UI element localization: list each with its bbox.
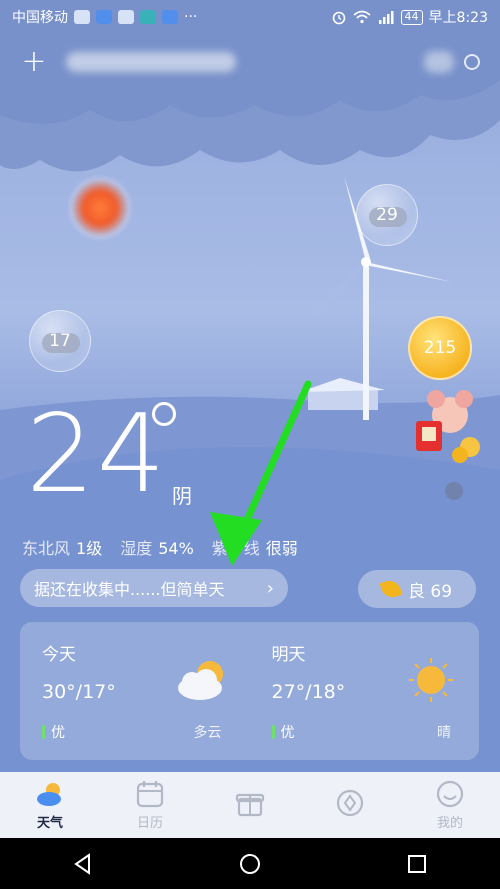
green-arrow-annotation [210, 380, 312, 566]
